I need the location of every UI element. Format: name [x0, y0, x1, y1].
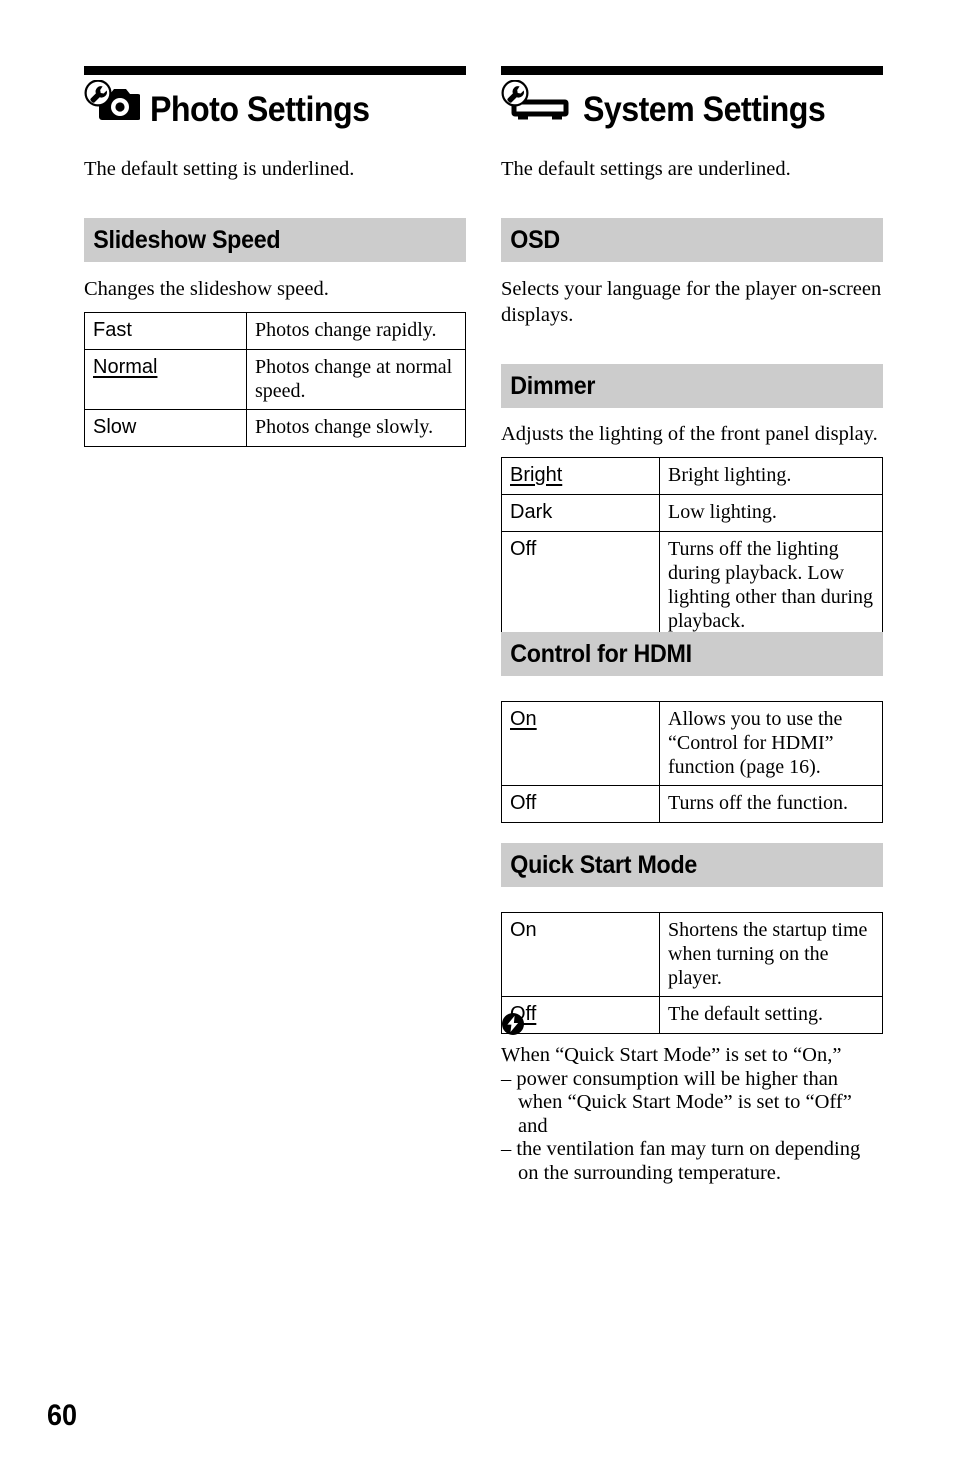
system-settings-chapter-header: System Settings [501, 66, 883, 129]
photo-settings-chapter-header: Photo Settings [84, 66, 466, 129]
section-heading: Control for HDMI [510, 640, 692, 668]
chapter-title: Photo Settings [150, 90, 370, 129]
table-row: On Allows you to use the “Control for HD… [501, 701, 883, 786]
table-row: Slow Photos change slowly. [84, 409, 466, 447]
dimmer-table: Bright Bright lighting. Dark Low lightin… [501, 457, 883, 640]
table-row: Off Turns off the function. [501, 785, 883, 823]
option-description: Bright lighting. [659, 457, 883, 495]
option-term: Normal [84, 349, 247, 410]
system-settings-intro: The default settings are underlined. [501, 158, 791, 180]
slideshow-speed-table: Fast Photos change rapidly. Normal Photo… [84, 312, 466, 447]
option-term: Slow [84, 409, 247, 447]
note-item: – the ventilation fan may turn on depend… [501, 1138, 861, 1184]
note-bolt-icon [501, 1012, 883, 1041]
option-description: Photos change rapidly. [246, 312, 466, 350]
option-term: Off [501, 785, 660, 823]
option-description: Turns off the function. [659, 785, 883, 823]
option-term: Bright [501, 457, 660, 495]
page-number: 60 [47, 1399, 78, 1432]
note-lead-text: When “Quick Start Mode” is set to “On,” [501, 1044, 842, 1066]
table-row: Fast Photos change rapidly. [84, 312, 466, 350]
option-description: Turns off the lighting during playback. … [659, 531, 883, 640]
option-term: On [501, 912, 660, 997]
chapter-titlebar: System Settings [501, 79, 883, 129]
option-term-label: Slow [93, 416, 137, 438]
option-term: On [501, 701, 660, 786]
option-description: Photos change at normal speed. [246, 349, 466, 410]
option-description: Shortens the startup time when turning o… [659, 912, 883, 997]
option-term-label: Fast [93, 319, 132, 341]
section-heading: OSD [510, 226, 560, 254]
section-heading: Quick Start Mode [510, 851, 698, 879]
chapter-rule [501, 66, 883, 75]
wrench-player-icon [501, 79, 573, 129]
note-item: – power consumption will be higher than … [501, 1067, 852, 1137]
option-description: Low lighting. [659, 494, 883, 532]
document-page: Photo Settings The default setting is un… [0, 0, 954, 1483]
section-band-osd: OSD [501, 218, 883, 262]
table-row: Bright Bright lighting. [501, 457, 883, 495]
chapter-title: System Settings [583, 90, 826, 129]
table-row: Off Turns off the lighting during playba… [501, 531, 883, 640]
section-band-quick-start-mode: Quick Start Mode [501, 843, 883, 887]
table-row: On Shortens the startup time when turnin… [501, 912, 883, 997]
option-term-label: Off [510, 538, 537, 560]
slideshow-speed-description: Changes the slideshow speed. [84, 278, 329, 300]
option-term: Dark [501, 494, 660, 532]
table-row: Dark Low lighting. [501, 494, 883, 532]
control-for-hdmi-table: On Allows you to use the “Control for HD… [501, 701, 883, 823]
option-term-label: On [510, 708, 537, 730]
section-band-dimmer: Dimmer [501, 364, 883, 408]
section-heading: Dimmer [510, 372, 596, 400]
chapter-titlebar: Photo Settings [84, 79, 466, 129]
option-description: Allows you to use the “Control for HDMI”… [659, 701, 883, 786]
option-term-label: On [510, 919, 537, 941]
option-term-label: Off [510, 792, 537, 814]
option-term: Fast [84, 312, 247, 350]
chapter-rule [84, 66, 466, 75]
section-band-slideshow-speed: Slideshow Speed [84, 218, 466, 262]
section-band-control-for-hdmi: Control for HDMI [501, 632, 883, 676]
option-description: Photos change slowly. [246, 409, 466, 447]
option-term-label: Normal [93, 356, 158, 378]
photo-settings-intro: The default setting is underlined. [84, 158, 355, 180]
option-term-label: Dark [510, 501, 553, 523]
osd-description: Selects your language for the player on-… [501, 278, 882, 326]
table-row: Normal Photos change at normal speed. [84, 349, 466, 410]
dimmer-description: Adjusts the lighting of the front panel … [501, 423, 878, 445]
note-block: When “Quick Start Mode” is set to “On,” … [501, 1012, 883, 1185]
wrench-camera-icon [84, 79, 141, 129]
option-term: Off [501, 531, 660, 640]
option-term-label: Bright [510, 464, 563, 486]
section-heading: Slideshow Speed [93, 226, 281, 254]
